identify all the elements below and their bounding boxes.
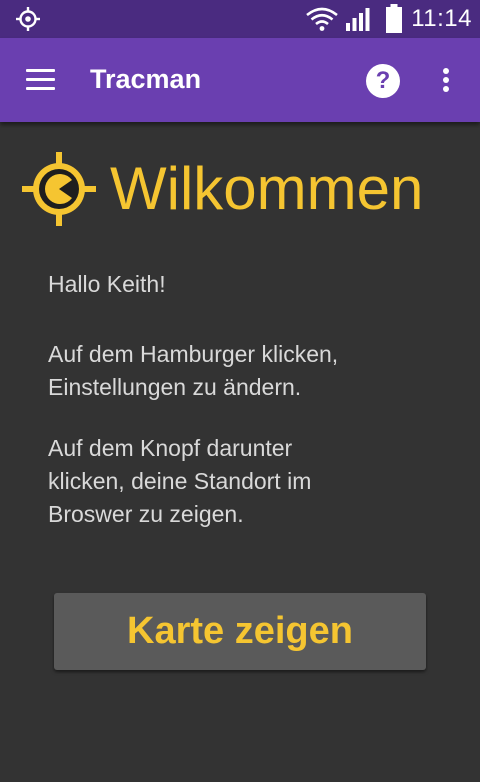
hamburger-menu-icon[interactable]: [20, 62, 60, 98]
welcome-header: Wilkommen: [20, 150, 423, 228]
hamburger-instruction-paragraph: Auf dem Hamburger klicken, Einstellungen…: [48, 338, 448, 404]
location-target-icon: [16, 7, 40, 31]
show-map-button[interactable]: Karte zeigen: [54, 593, 426, 670]
wifi-icon: [306, 7, 339, 31]
battery-icon: [386, 4, 403, 33]
welcome-title: Wilkommen: [110, 155, 424, 222]
paragraph-line: klicken, deine Standort im: [48, 468, 312, 494]
help-icon[interactable]: ?: [366, 64, 400, 98]
app-title: Tracman: [90, 64, 202, 94]
paragraph-line: Auf dem Hamburger klicken,: [48, 341, 339, 367]
status-icons: 11:14: [305, 0, 472, 38]
more-vert-icon[interactable]: [434, 62, 458, 98]
tracman-logo-icon: [22, 152, 96, 226]
paragraph-line: Einstellungen zu ändern.: [48, 374, 302, 400]
greeting-paragraph: Hallo Keith!: [48, 268, 448, 301]
status-time: 11:14: [411, 5, 472, 32]
signal-icon: [346, 8, 370, 31]
paragraph-line: Hallo Keith!: [48, 271, 166, 297]
status-bar: 11:14: [0, 0, 480, 38]
paragraph-line: Auf dem Knopf darunter: [48, 435, 293, 461]
button-instruction-paragraph: Auf dem Knopf darunter klicken, deine St…: [48, 432, 448, 531]
app-bar: Tracman ?: [0, 38, 480, 122]
paragraph-line: Broswer zu zeigen.: [48, 501, 244, 527]
